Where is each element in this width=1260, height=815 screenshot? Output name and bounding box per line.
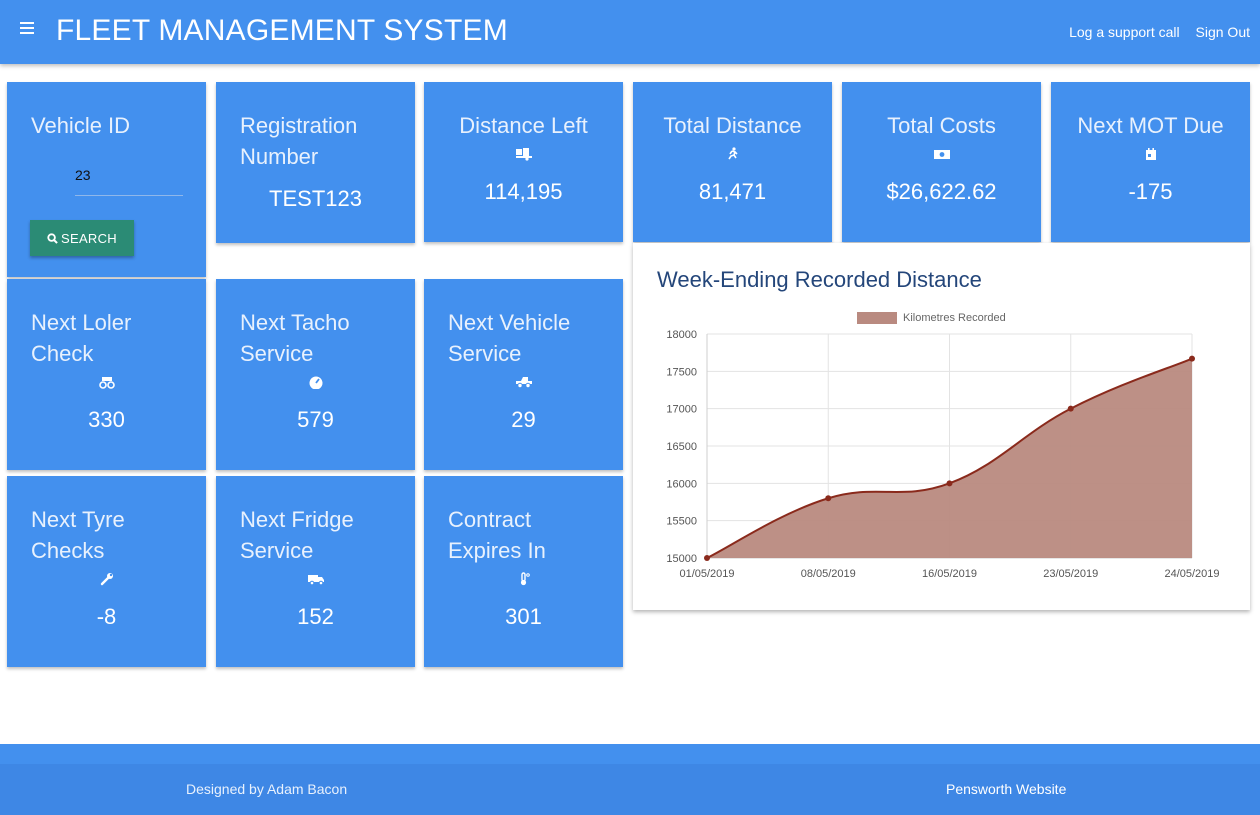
tacho-card: Next Tacho Service 579 (216, 279, 415, 470)
total-distance-label: Total Distance (663, 113, 802, 138)
data-point (946, 480, 953, 487)
navbar: FLEET MANAGEMENT SYSTEM Log a support ca… (0, 0, 1260, 64)
next-mot-card: Next MOT Due -175 (1051, 82, 1250, 242)
contract-card: Contract Expires In 301 (424, 476, 623, 667)
registration-label: Registration Number (240, 113, 358, 169)
data-point (704, 555, 710, 561)
calendar-icon (1051, 147, 1250, 165)
total-costs-card: Total Costs $26,622.62 (842, 82, 1041, 242)
thermometer-icon (424, 572, 623, 590)
tyre-value: -8 (96, 604, 117, 629)
tacho-value: 579 (297, 407, 334, 432)
y-tick-label: 16500 (666, 441, 697, 453)
y-tick-label: 16000 (666, 478, 697, 490)
vehicle-id-input[interactable] (75, 167, 183, 196)
total-distance-card: Total Distance 81,471 (633, 82, 832, 242)
sign-out-link[interactable]: Sign Out (1196, 24, 1250, 40)
loler-card: Next Loler Check 330 (7, 279, 206, 470)
y-tick-label: 17500 (666, 366, 697, 378)
vehicle-service-label: Next Vehicle Service (448, 310, 571, 366)
legend-swatch (857, 312, 897, 324)
y-tick-label: 18000 (666, 329, 697, 341)
pensworth-website-link[interactable]: Pensworth Website (946, 781, 1066, 797)
wrench-icon (7, 572, 206, 590)
contract-label: Contract Expires In (448, 507, 546, 563)
tachometer-icon (216, 375, 415, 393)
search-button-label: SEARCH (61, 230, 117, 246)
x-tick-label: 08/05/2019 (801, 568, 856, 580)
contract-value: 301 (505, 604, 542, 629)
support-call-link[interactable]: Log a support call (1069, 24, 1180, 40)
x-tick-label: 01/05/2019 (679, 568, 734, 580)
nav-links: Log a support call Sign Out (1057, 24, 1250, 40)
next-mot-label: Next MOT Due (1077, 113, 1224, 138)
shipping-truck-icon (216, 572, 415, 590)
money-bill-icon (842, 147, 1041, 165)
data-point (825, 495, 832, 502)
search-icon (47, 232, 58, 244)
fridge-label: Next Fridge Service (240, 507, 354, 563)
registration-value: TEST123 (269, 186, 362, 211)
truck-pickup-icon (424, 375, 623, 393)
search-button[interactable]: SEARCH (30, 220, 134, 256)
distance-left-label: Distance Left (459, 113, 588, 138)
vehicle-id-label: Vehicle ID (31, 113, 131, 138)
vehicle-service-value: 29 (511, 407, 536, 432)
total-distance-value: 81,471 (698, 179, 767, 204)
next-mot-value: -175 (1128, 179, 1173, 204)
x-tick-label: 24/05/2019 (1164, 568, 1219, 580)
distance-left-value: 114,195 (484, 179, 563, 204)
distance-left-card: Distance Left 114,195 (424, 82, 623, 242)
running-icon (633, 147, 832, 165)
footer-band (0, 744, 1260, 764)
y-tick-label: 15000 (666, 553, 697, 565)
tacho-label: Next Tacho Service (240, 310, 350, 366)
registration-card: Registration Number TEST123 (216, 82, 415, 243)
vehicle-service-card: Next Vehicle Service 29 (424, 279, 623, 470)
vehicle-search-card: Vehicle ID SEARCH (7, 82, 206, 277)
data-point (1067, 405, 1074, 412)
y-tick-label: 15500 (666, 516, 697, 528)
footer: Designed by Adam Bacon Pensworth Website (0, 764, 1260, 815)
legend-label: Kilometres Recorded (903, 312, 1006, 324)
truck-loading-icon (424, 147, 623, 165)
footer-credit: Designed by Adam Bacon (186, 781, 348, 797)
fridge-card: Next Fridge Service 152 (216, 476, 415, 667)
x-tick-label: 16/05/2019 (922, 568, 977, 580)
fridge-value: 152 (297, 604, 334, 629)
loler-label: Next Loler Check (31, 310, 132, 366)
total-costs-value: $26,622.62 (886, 179, 997, 204)
x-tick-label: 23/05/2019 (1043, 568, 1098, 580)
app-title: FLEET MANAGEMENT SYSTEM (56, 14, 508, 47)
total-costs-label: Total Costs (887, 113, 996, 138)
loler-value: 330 (88, 407, 125, 432)
tyre-card: Next Tyre Checks -8 (7, 476, 206, 667)
y-tick-label: 17000 (666, 404, 697, 416)
distance-chart-card: Week-Ending Recorded Distance 15000 15500… (633, 243, 1250, 610)
hamburger-menu-icon[interactable] (20, 22, 34, 34)
tyre-label: Next Tyre Checks (31, 507, 125, 563)
truck-monster-icon (7, 375, 206, 393)
data-point (1189, 355, 1195, 362)
distance-chart: 15000 15500 16000 16500 17000 17500 18000 01/05… (666, 312, 1220, 580)
